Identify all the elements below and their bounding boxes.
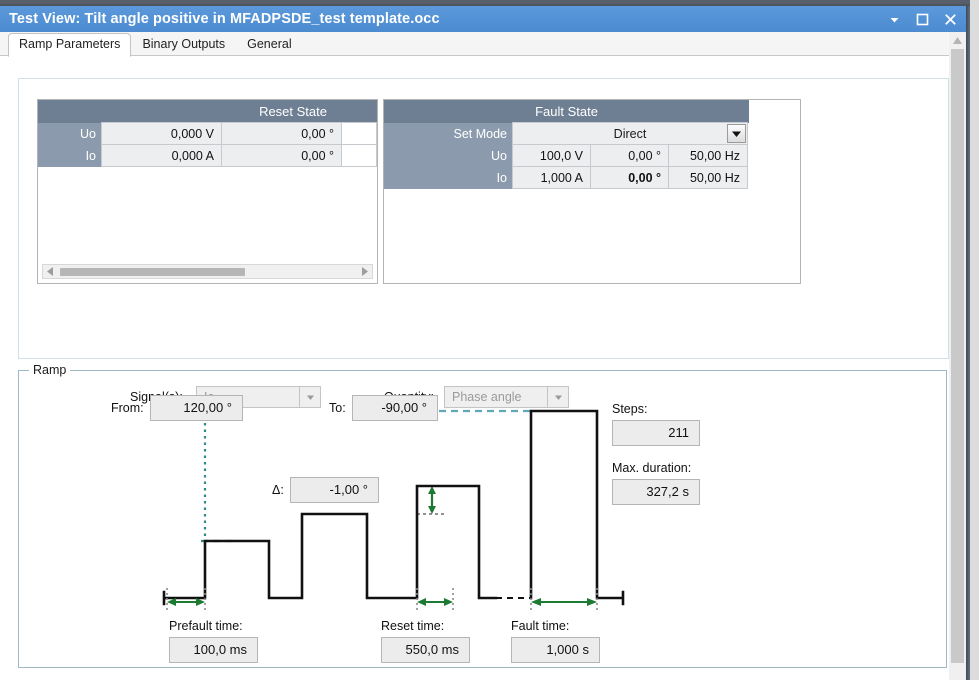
to-label: To:: [329, 401, 346, 415]
scroll-up-icon[interactable]: [949, 32, 966, 49]
delta-field[interactable]: -1,00 °: [290, 477, 379, 503]
states-panel: Reset State Uo 0,000 V 0,00 ° Io 0,000 A…: [18, 78, 949, 408]
fault-io-angle[interactable]: 0,00 °: [590, 166, 669, 189]
window-title: Test View: Tilt angle positive in MFADPS…: [9, 11, 440, 27]
table-row: Io 1,000 A 0,00 ° 50,00 Hz: [384, 166, 800, 189]
delta-label: Δ:: [272, 483, 284, 497]
steps-label: Steps:: [612, 402, 648, 416]
from-label: From:: [111, 401, 144, 415]
set-mode-label: Set Mode: [384, 123, 513, 145]
reset-state-hscrollbar[interactable]: [42, 264, 373, 279]
reset-uo-extra[interactable]: [341, 122, 377, 145]
reset-time-label: Reset time:: [381, 619, 445, 633]
prefault-time-field[interactable]: 100,0 ms: [169, 637, 258, 663]
title-bar: Test View: Tilt angle positive in MFADPS…: [0, 6, 966, 32]
fault-uo-angle[interactable]: 0,00 °: [590, 144, 669, 167]
chevron-down-icon[interactable]: [887, 12, 902, 27]
fault-row-label: Io: [384, 167, 513, 189]
max-duration-field[interactable]: 327,2 s: [612, 479, 700, 505]
vertical-scrollbar[interactable]: [949, 32, 966, 680]
fault-io-frequency[interactable]: 50,00 Hz: [668, 166, 748, 189]
reset-io-extra[interactable]: [341, 144, 377, 167]
tab-ramp-parameters[interactable]: Ramp Parameters: [8, 33, 132, 57]
tab-binary-outputs[interactable]: Binary Outputs: [131, 33, 236, 56]
hscroll-thumb[interactable]: [60, 268, 246, 276]
fault-uo-magnitude[interactable]: 100,0 V: [512, 144, 591, 167]
to-field[interactable]: -90,00 °: [352, 395, 438, 421]
reset-row-label: Io: [38, 145, 102, 167]
prefault-time-label: Prefault time:: [169, 619, 243, 633]
table-row: Set Mode Direct: [384, 122, 800, 145]
set-mode-select[interactable]: Direct: [512, 122, 748, 145]
scroll-left-icon[interactable]: [43, 265, 58, 278]
fault-time-field[interactable]: 1,000 s: [511, 637, 600, 663]
window-right-border: [966, 6, 970, 680]
reset-state-table: Reset State Uo 0,000 V 0,00 ° Io 0,000 A…: [37, 99, 378, 284]
tab-label: Ramp Parameters: [19, 37, 121, 51]
reset-uo-magnitude[interactable]: 0,000 V: [101, 122, 222, 145]
tab-general[interactable]: General: [236, 33, 302, 56]
set-mode-value: Direct: [613, 126, 647, 141]
table-row: Uo 100,0 V 0,00 ° 50,00 Hz: [384, 144, 800, 167]
tab-label: General: [247, 37, 292, 51]
max-duration-label: Max. duration:: [612, 461, 692, 475]
window-right-edge: [970, 0, 979, 680]
hscroll-track[interactable]: [58, 265, 357, 278]
test-view-window: Test View: Tilt angle positive in MFADPS…: [0, 0, 979, 680]
reset-io-angle[interactable]: 0,00 °: [221, 144, 342, 167]
fault-time-label: Fault time:: [511, 619, 570, 633]
tab-strip: Ramp Parameters Binary Outputs General: [0, 32, 966, 57]
chevron-down-icon[interactable]: [727, 124, 746, 143]
steps-field[interactable]: 211: [612, 420, 700, 446]
reset-row-label: Uo: [38, 123, 102, 145]
fault-state-table: Fault State Set Mode Direct Uo 100,0 V 0…: [383, 99, 801, 284]
reset-state-header: Reset State: [38, 100, 377, 123]
reset-io-magnitude[interactable]: 0,000 A: [101, 144, 222, 167]
tab-label: Binary Outputs: [142, 37, 226, 51]
reset-time-field[interactable]: 550,0 ms: [381, 637, 470, 663]
maximize-icon[interactable]: [915, 12, 930, 27]
tab-content-ramp-parameters: Reset State Uo 0,000 V 0,00 ° Io 0,000 A…: [0, 56, 966, 680]
from-field[interactable]: 120,00 °: [150, 395, 243, 421]
ramp-diagram-area: From: 120,00 ° To: -90,00 ° Δ: -1,00 ° S…: [19, 371, 946, 667]
reset-uo-angle[interactable]: 0,00 °: [221, 122, 342, 145]
close-icon[interactable]: [943, 12, 958, 27]
table-row: Uo 0,000 V 0,00 °: [38, 122, 377, 145]
fault-uo-frequency[interactable]: 50,00 Hz: [668, 144, 748, 167]
window-controls: [887, 12, 966, 27]
vscroll-thumb[interactable]: [951, 49, 964, 663]
fault-row-label: Uo: [384, 145, 513, 167]
scroll-right-icon[interactable]: [357, 265, 372, 278]
ramp-group: Ramp From: 120,00 ° To: -90,00 ° Δ: -1,0…: [18, 363, 947, 668]
tab-list: Ramp Parameters Binary Outputs General: [8, 32, 303, 57]
fault-io-magnitude[interactable]: 1,000 A: [512, 166, 591, 189]
table-row: Io 0,000 A 0,00 °: [38, 144, 377, 167]
fault-state-header: Fault State: [384, 100, 749, 123]
